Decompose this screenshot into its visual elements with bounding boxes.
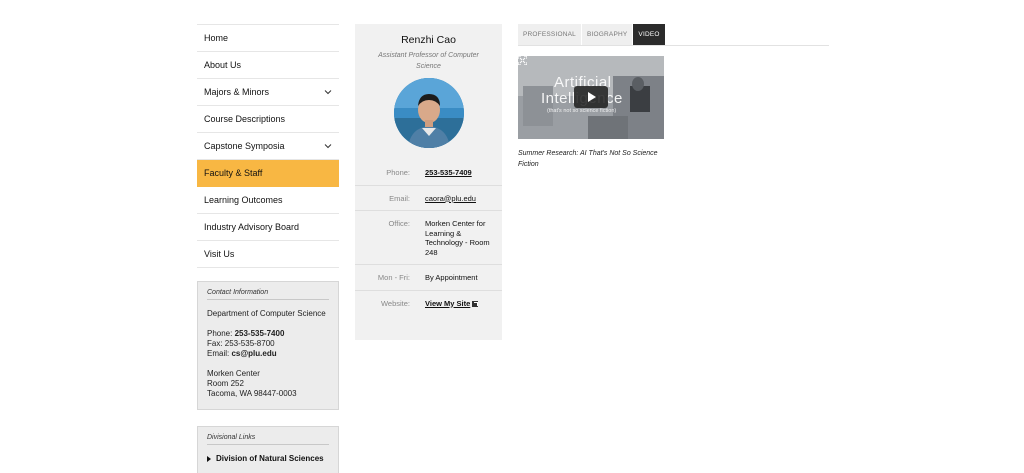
- divisional-links-box: Divisional Links Division of Natural Sci…: [197, 426, 339, 473]
- profile-info: Phone: 253-535-7409 Email: caora@plu.edu…: [355, 160, 502, 315]
- row-label: Office:: [388, 219, 410, 228]
- nav-item-label: Course Descriptions: [204, 114, 286, 124]
- profile-tabs: PROFESSIONAL BIOGRAPHY VIDEO: [518, 24, 829, 46]
- nav-item-label: Faculty & Staff: [204, 168, 263, 178]
- external-link-icon: [472, 300, 479, 307]
- nav-item-label: About Us: [204, 60, 242, 70]
- nav-item-label: Industry Advisory Board: [204, 222, 300, 232]
- row-label: Email:: [389, 193, 410, 203]
- chevron-down-icon[interactable]: [324, 88, 332, 96]
- nav-item-faculty-staff[interactable]: Faculty & Staff: [197, 160, 339, 187]
- contact-fax: Fax: 253-535-8700: [207, 339, 275, 348]
- phone-link[interactable]: 253-535-7409: [425, 168, 497, 178]
- play-icon[interactable]: [574, 86, 608, 108]
- divisional-link-label: Division of Natural Sciences: [216, 454, 324, 463]
- avatar: [393, 78, 464, 148]
- row-label: Phone:: [386, 168, 410, 177]
- nav-item-visit-us[interactable]: Visit Us: [197, 241, 339, 268]
- contact-phone-line: Phone: 253-535-7400: [207, 329, 329, 339]
- contact-phone[interactable]: 253-535-7400: [235, 329, 285, 338]
- video-overlay-subtitle: (that's not so science fiction): [547, 108, 617, 114]
- profile-name: Renzhi Cao: [401, 34, 456, 46]
- profile-row-website: Website: View My Site: [355, 289, 502, 316]
- chevron-down-icon[interactable]: [324, 142, 332, 150]
- divisional-box-title: Divisional Links: [207, 434, 329, 445]
- email-link[interactable]: caora@plu.edu: [425, 194, 497, 204]
- website-link[interactable]: View My Site: [425, 299, 470, 308]
- nav-item-learning-outcomes[interactable]: Learning Outcomes: [197, 187, 339, 214]
- sidebar-nav: Home About Us Majors & Minors Course Des…: [197, 24, 339, 268]
- nav-item-industry-advisory-board[interactable]: Industry Advisory Board: [197, 214, 339, 241]
- nav-item-label: Capstone Symposia: [204, 141, 285, 151]
- contact-box-title: Contact Information: [207, 289, 329, 300]
- contact-information-box: Contact Information Department of Comput…: [197, 281, 339, 410]
- nav-item-label: Majors & Minors: [204, 87, 270, 97]
- profile-card: Renzhi Cao Assistant Professor of Comput…: [355, 24, 502, 340]
- contact-email-label: Email:: [207, 349, 232, 358]
- fullscreen-icon[interactable]: [518, 56, 527, 65]
- tab-professional[interactable]: PROFESSIONAL: [518, 24, 581, 45]
- profile-row-phone: Phone: 253-535-7409: [355, 160, 502, 185]
- nav-item-label: Visit Us: [204, 249, 235, 259]
- contact-address-line: Tacoma, WA 98447-0003: [207, 389, 297, 398]
- contact-email[interactable]: cs@plu.edu: [231, 349, 276, 358]
- row-label: Website:: [380, 298, 410, 308]
- nav-item-majors-minors[interactable]: Majors & Minors: [197, 79, 339, 106]
- tab-biography[interactable]: BIOGRAPHY: [581, 24, 633, 45]
- contact-address-line: Morken Center: [207, 369, 260, 378]
- profile-row-email: Email: caora@plu.edu: [355, 184, 502, 211]
- video-player[interactable]: Artificial Intelligence (that's not so s…: [518, 56, 664, 139]
- caret-right-icon: [207, 455, 211, 462]
- contact-phone-label: Phone:: [207, 329, 235, 338]
- profile-row-office: Office: Morken Center for Learning & Tec…: [355, 210, 502, 264]
- nav-item-label: Home: [204, 33, 229, 43]
- nav-item-about-us[interactable]: About Us: [197, 52, 339, 79]
- row-label: Mon - Fri:: [377, 273, 410, 282]
- hours-value: By Appointment: [425, 273, 478, 282]
- nav-item-home[interactable]: Home: [197, 25, 339, 52]
- tab-video[interactable]: VIDEO: [633, 24, 665, 45]
- office-value: Morken Center for Learning & Technology …: [425, 219, 490, 257]
- contact-department: Department of Computer Science: [207, 309, 326, 318]
- contact-email-line: Email: cs@plu.edu: [207, 349, 329, 359]
- profile-title: Assistant Professor of Computer Science: [378, 52, 479, 70]
- nav-item-course-descriptions[interactable]: Course Descriptions: [197, 106, 339, 133]
- profile-row-hours: Mon - Fri: By Appointment: [355, 264, 502, 290]
- divisional-link[interactable]: Division of Natural Sciences: [207, 454, 329, 463]
- video-caption: Summer Research: AI That's Not So Scienc…: [518, 150, 658, 168]
- nav-item-capstone-symposia[interactable]: Capstone Symposia: [197, 133, 339, 160]
- website-value[interactable]: View My Site: [425, 299, 497, 309]
- nav-item-label: Learning Outcomes: [204, 195, 283, 205]
- contact-address-line: Room 252: [207, 379, 244, 388]
